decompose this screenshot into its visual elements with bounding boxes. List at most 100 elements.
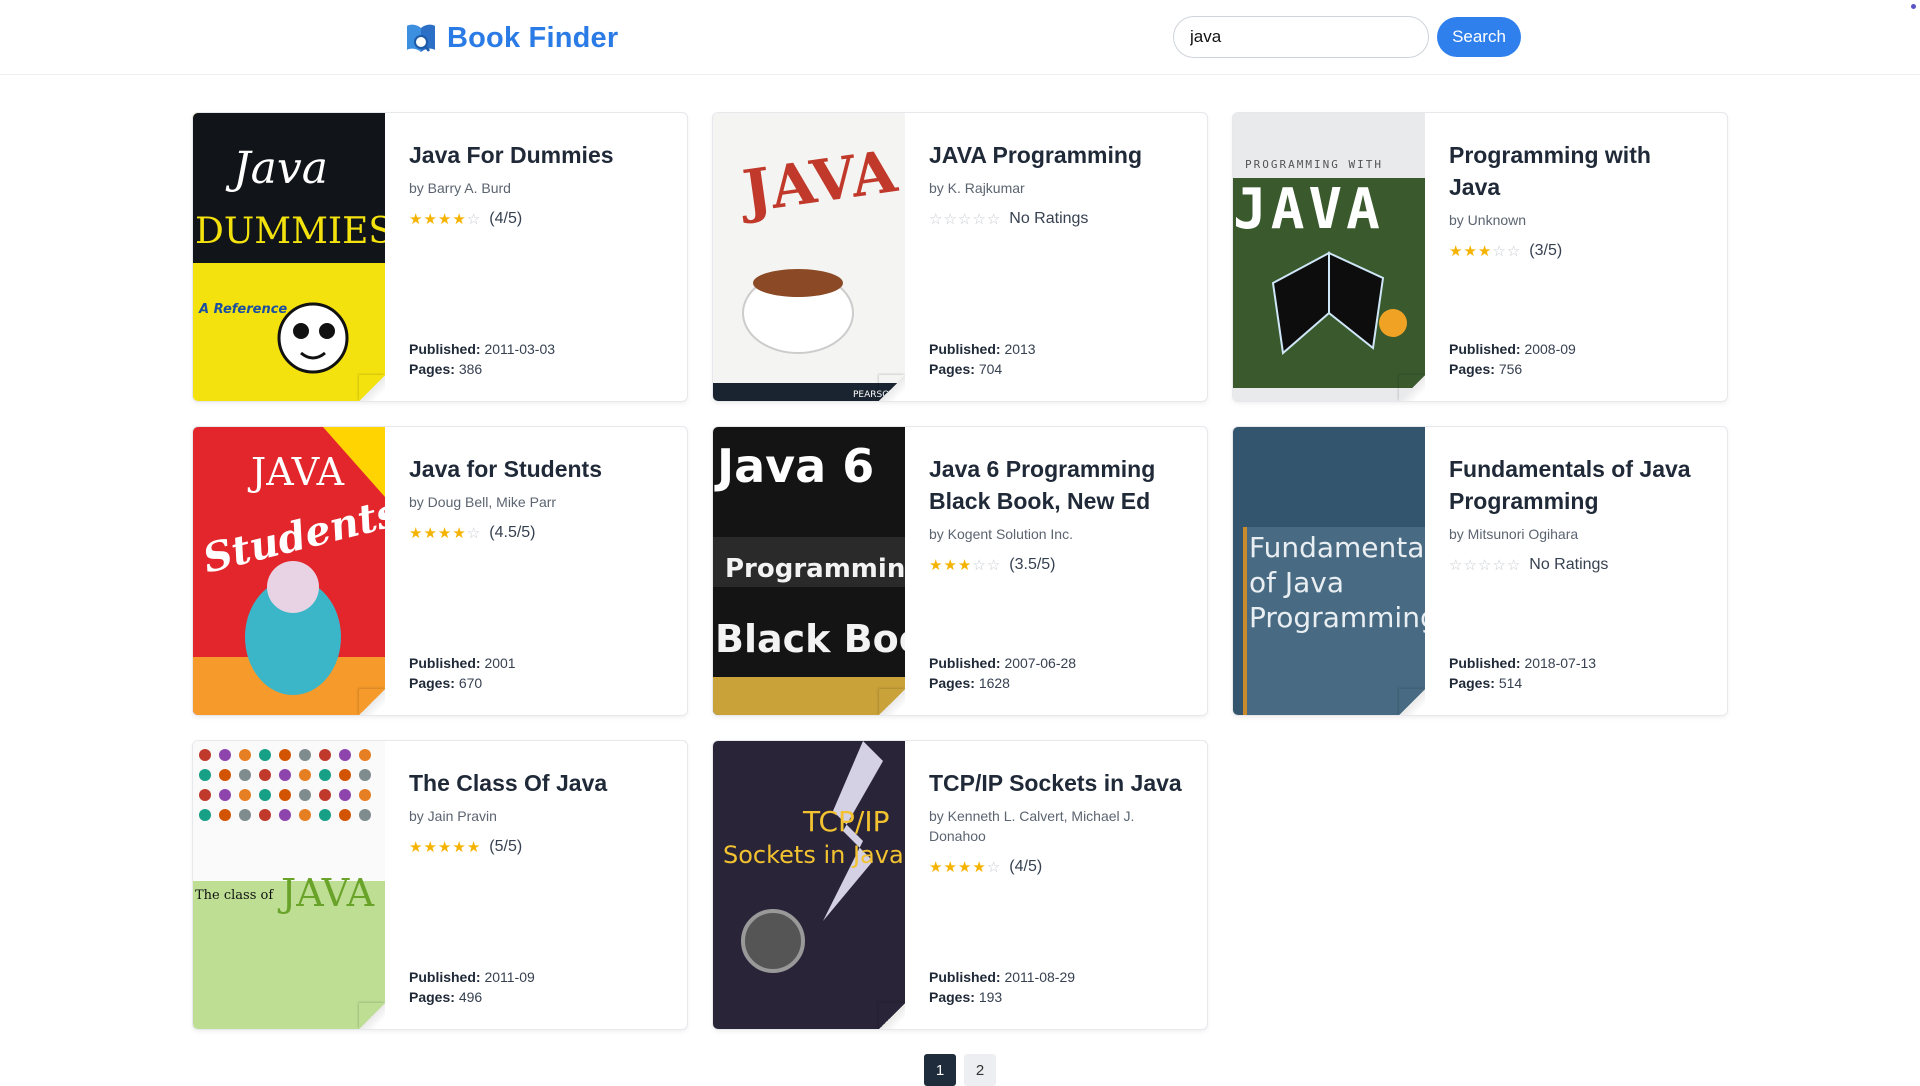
star-icon: ☆	[986, 557, 1002, 574]
pages-label: Pages:	[409, 675, 455, 691]
book-cover[interactable]: PROGRAMMING WITH JAVA	[1233, 113, 1425, 401]
rating-text: (4/5)	[1009, 858, 1043, 875]
star-icon: ★	[957, 557, 973, 574]
book-cover[interactable]: Java DUMMIES A Reference	[193, 113, 385, 401]
book-author: by Barry A. Burd	[409, 180, 511, 196]
published-label: Published:	[929, 655, 1001, 671]
svg-text:Black Book: Black Book	[715, 617, 905, 661]
star-icon: ☆	[929, 211, 944, 228]
book-title[interactable]: Java For Dummies	[409, 139, 667, 171]
page-curl-icon	[879, 1003, 905, 1029]
svg-text:JAVA: JAVA	[247, 450, 345, 494]
star-icon: ★	[409, 525, 424, 542]
published-label: Published:	[1449, 341, 1521, 357]
book-info: The Class Of Java by Jain Pravin ★★★★★ (…	[385, 741, 687, 1029]
svg-text:Programming: Programming	[1249, 601, 1425, 634]
search-input[interactable]	[1173, 16, 1429, 58]
book-title[interactable]: Fundamentals of Java Programming	[1449, 453, 1707, 517]
pages-label: Pages:	[1449, 361, 1495, 377]
published-value: 2008-09	[1524, 341, 1576, 357]
rating-text: No Ratings	[1529, 556, 1609, 573]
book-card[interactable]: PROGRAMMING WITH JAVA Programming with J…	[1232, 112, 1728, 402]
book-cover[interactable]: Fundamentals of Java Programming	[1233, 427, 1425, 715]
book-card[interactable]: JAVA Students Java for Students by Doug …	[192, 426, 688, 716]
rating-stars: ★★★★☆	[929, 858, 1001, 876]
star-icon: ☆	[1477, 557, 1493, 574]
star-icon: ★	[466, 839, 482, 856]
svg-text:JAVA: JAVA	[1233, 177, 1384, 242]
page-button[interactable]: 1	[924, 1054, 956, 1086]
page-curl-icon	[359, 375, 385, 401]
cover-text-1: Java	[225, 143, 328, 194]
star-icon: ★	[423, 839, 438, 856]
svg-text:A Reference: A Reference	[198, 302, 287, 317]
book-title[interactable]: The Class Of Java	[409, 767, 667, 799]
published-label: Published:	[409, 341, 481, 357]
star-icon: ☆	[466, 211, 482, 228]
published-value: 2011-09	[484, 969, 535, 985]
book-rating: ★★★★★ (5/5)	[409, 838, 667, 856]
rating-stars: ★★★★☆	[409, 524, 481, 542]
book-rating: ★★★★☆ (4/5)	[929, 858, 1187, 876]
svg-text:of Java: of Java	[1249, 566, 1344, 599]
pages-value: 704	[978, 361, 1003, 377]
brand[interactable]: Book Finder	[405, 18, 618, 58]
star-icon: ☆	[1506, 243, 1522, 260]
book-meta: Published: 2011-03-03 Pages: 386	[409, 339, 555, 379]
rating-stars: ★★★☆☆	[929, 556, 1001, 574]
search-button[interactable]: Search	[1437, 17, 1521, 57]
book-title[interactable]: TCP/IP Sockets in Java	[929, 767, 1187, 799]
book-card[interactable]: JAVA PEARSON JAVA Programming by K. Rajk…	[712, 112, 1208, 402]
rating-text: (5/5)	[489, 838, 523, 855]
pages-value: 1628	[978, 675, 1010, 691]
book-meta: Published: 2007-06-28 Pages: 1628	[929, 653, 1076, 693]
book-meta: Published: 2001 Pages: 670	[409, 653, 516, 693]
book-info: Java 6 Programming Black Book, New Ed by…	[905, 427, 1207, 715]
svg-text:PROGRAMMING WITH: PROGRAMMING WITH	[1245, 158, 1383, 171]
book-author: by Doug Bell, Mike Parr	[409, 494, 557, 510]
rating-stars: ★★★☆☆	[1449, 242, 1521, 260]
book-author: by Jain Pravin	[409, 808, 497, 824]
book-title[interactable]: Programming with Java	[1449, 139, 1707, 203]
book-grid: Java DUMMIES A Reference Java For Dummie…	[192, 112, 1728, 1030]
page-button[interactable]: 2	[964, 1054, 996, 1086]
book-cover[interactable]: TCP/IP Sockets in Java	[713, 741, 905, 1029]
star-icon: ★	[1477, 243, 1493, 260]
book-card[interactable]: The class of JAVA The Class Of Java by J…	[192, 740, 688, 1030]
book-card[interactable]: TCP/IP Sockets in Java TCP/IP Sockets in…	[712, 740, 1208, 1030]
book-info: Java For Dummies by Barry A. Burd ★★★★☆ …	[385, 113, 687, 401]
book-cover[interactable]: Java 6 Programming Black Book	[713, 427, 905, 715]
book-meta: Published: 2011-09 Pages: 496	[409, 967, 535, 1007]
star-icon: ★	[452, 525, 467, 542]
search-bar: Search	[1173, 16, 1521, 58]
star-icon: ☆	[1492, 243, 1507, 260]
book-cover[interactable]: JAVA PEARSON	[713, 113, 905, 401]
book-card[interactable]: Java 6 Programming Black Book Java 6 Pro…	[712, 426, 1208, 716]
rating-stars: ★★★★★	[409, 838, 481, 856]
book-cover[interactable]: The class of JAVA	[193, 741, 385, 1029]
pages-label: Pages:	[929, 989, 975, 1005]
pages-value: 193	[978, 989, 1003, 1005]
book-card[interactable]: Fundamentals of Java Programming Fundame…	[1232, 426, 1728, 716]
star-icon: ☆	[1506, 557, 1522, 574]
svg-text:TCP/IP: TCP/IP	[802, 805, 889, 838]
book-title[interactable]: JAVA Programming	[929, 139, 1187, 171]
star-icon: ★	[423, 211, 438, 228]
pages-label: Pages:	[409, 989, 455, 1005]
star-icon: ☆	[1492, 557, 1507, 574]
published-label: Published:	[409, 969, 481, 985]
svg-text:Fundamentals: Fundamentals	[1249, 531, 1425, 564]
published-label: Published:	[929, 969, 1001, 985]
book-author: by K. Rajkumar	[929, 180, 1025, 196]
book-title[interactable]: Java for Students	[409, 453, 667, 485]
book-title[interactable]: Java 6 Programming Black Book, New Ed	[929, 453, 1187, 517]
rating-stars: ☆☆☆☆☆	[1449, 556, 1521, 574]
book-cover-art: TCP/IP Sockets in Java	[713, 741, 905, 1029]
book-card[interactable]: Java DUMMIES A Reference Java For Dummie…	[192, 112, 688, 402]
book-author: by Unknown	[1449, 212, 1527, 228]
pages-value: 514	[1498, 675, 1523, 691]
book-cover[interactable]: JAVA Students	[193, 427, 385, 715]
published-value: 2013	[1004, 341, 1036, 357]
open-book-icon	[407, 24, 435, 52]
book-author: by Mitsunori Ogihara	[1449, 526, 1579, 542]
